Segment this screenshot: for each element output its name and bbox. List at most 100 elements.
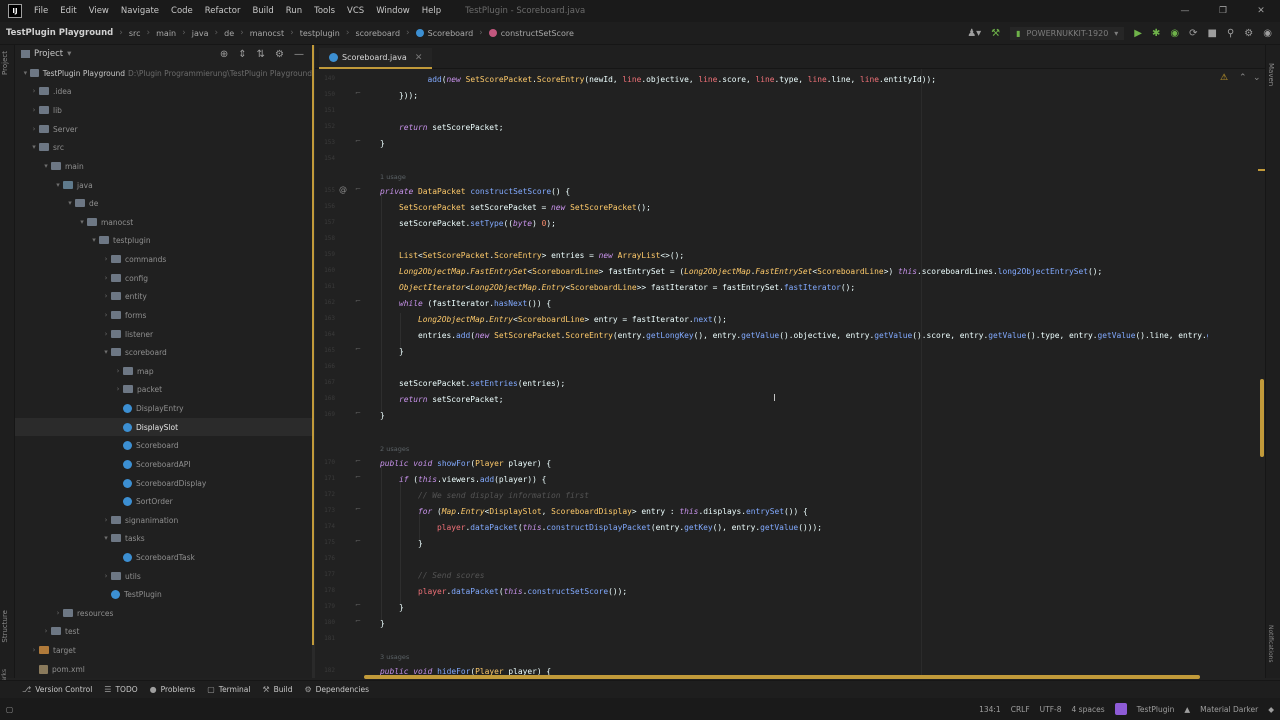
file-encoding[interactable]: UTF-8 (1040, 705, 1062, 714)
tree-item[interactable]: › listener (15, 325, 312, 343)
tree-item[interactable]: › lib (15, 101, 312, 119)
coverage-icon[interactable]: ◉ (1170, 28, 1179, 39)
horizontal-scrollbar[interactable] (364, 675, 1200, 679)
fold-icon[interactable]: ⌐ (355, 89, 361, 97)
expand-icon[interactable]: ⇕ (238, 49, 246, 60)
tree-item[interactable]: SortOrder (15, 492, 312, 510)
fold-icon[interactable]: ⌐ (355, 457, 361, 465)
fold-icon[interactable]: ⌐ (355, 345, 361, 353)
breadcrumb-project[interactable]: TestPlugin Playground (6, 28, 113, 38)
code-line[interactable]: public void showFor(Player player) { (380, 457, 551, 471)
code-line[interactable]: player.dataPacket(this.constructDisplayP… (380, 521, 822, 535)
fold-icon[interactable]: ⌐ (355, 505, 361, 513)
code-line[interactable]: while (fastIterator.hasNext()) { (380, 297, 551, 311)
fold-icon[interactable]: ⌐ (355, 185, 361, 193)
tree-item[interactable]: › entity (15, 287, 312, 305)
code-line[interactable]: if (this.viewers.add(player)) { (380, 473, 546, 487)
build-hammer-icon[interactable]: ⚒ (991, 28, 1000, 39)
code-line[interactable]: private DataPacket constructSetScore() { (380, 185, 570, 199)
notifications-tool-button[interactable]: Notifications (1267, 625, 1274, 663)
menu-run[interactable]: Run (280, 6, 308, 16)
code-line[interactable]: return setScorePacket; (380, 393, 504, 407)
code-line[interactable]: } (380, 345, 404, 359)
code-line[interactable]: ObjectIterator<Long2ObjectMap.Entry<Scor… (380, 281, 855, 295)
fold-icon[interactable]: ⌐ (355, 297, 361, 305)
code-line[interactable]: setScorePacket.setEntries(entries); (380, 377, 565, 391)
tree-item[interactable]: › test (15, 622, 312, 640)
minimize-icon[interactable]: — (1166, 6, 1204, 16)
usage-hint[interactable]: 3 usages (380, 653, 409, 661)
terminal-button[interactable]: ▢ Terminal (207, 685, 250, 694)
indent-setting[interactable]: 4 spaces (1072, 705, 1105, 714)
tree-item-selected[interactable]: DisplaySlot (15, 418, 312, 436)
gear-icon[interactable]: ⚙ (1244, 28, 1253, 39)
tree-item[interactable]: › commands (15, 250, 312, 268)
problems-button[interactable]: ● Problems (150, 685, 196, 694)
project-panel-title[interactable]: Project (34, 49, 63, 59)
chevron-down-icon[interactable]: ▾ (67, 49, 71, 59)
version-control-button[interactable]: ⎇ Version Control (22, 685, 92, 694)
close-icon[interactable]: ✕ (415, 53, 423, 63)
tree-item[interactable]: › signanimation (15, 511, 312, 529)
chevron-up-icon[interactable]: ⌃ (1239, 73, 1247, 83)
code-line[interactable]: } (380, 601, 404, 615)
build-button[interactable]: ⚒ Build (262, 685, 292, 694)
fold-icon[interactable]: ⌐ (355, 601, 361, 609)
menu-navigate[interactable]: Navigate (115, 6, 165, 16)
stop-icon[interactable]: ■ (1208, 28, 1217, 39)
tree-item[interactable]: › Server (15, 120, 312, 138)
jetbrains-icon[interactable]: ◉ (1263, 28, 1272, 39)
code-line[interactable]: })); (380, 89, 418, 103)
code-line[interactable]: // Send scores (380, 569, 485, 583)
tree-item[interactable]: DisplayEntry (15, 399, 312, 417)
code-line[interactable]: } (380, 617, 385, 631)
warning-icon[interactable]: ⚠ (1220, 73, 1228, 83)
tree-item[interactable]: › .idea (15, 82, 312, 100)
tree-item[interactable]: ▾ scoreboard (15, 343, 312, 361)
menu-tools[interactable]: Tools (308, 6, 341, 16)
menu-help[interactable]: Help (416, 6, 447, 16)
tree-item[interactable]: ScoreboardTask (15, 548, 312, 566)
code-editor[interactable]: 149 150 151 152 153 154 155 156 157 158 … (315, 69, 1265, 678)
maven-tool-button[interactable]: Maven (1267, 63, 1275, 86)
override-marker-icon[interactable]: @ (339, 185, 347, 194)
tree-item[interactable]: pom.xml (15, 660, 312, 678)
fold-icon[interactable]: ⌐ (355, 617, 361, 625)
fold-icon[interactable]: ⌐ (355, 137, 361, 145)
code-line[interactable]: SetScorePacket setScorePacket = new SetS… (380, 201, 651, 215)
line-separator[interactable]: CRLF (1011, 705, 1030, 714)
tree-item[interactable]: › forms (15, 306, 312, 324)
breadcrumb-java[interactable]: java (192, 29, 209, 38)
tree-item[interactable]: ScoreboardDisplay (15, 474, 312, 492)
tree-item[interactable]: ScoreboardAPI (15, 455, 312, 473)
run-config-select[interactable]: ▮ POWERNUKKIT-1920 ▾ (1010, 26, 1125, 40)
search-icon[interactable]: ⚲ (1227, 28, 1234, 39)
tab-scoreboard-java[interactable]: Scoreboard.java ✕ (319, 48, 433, 69)
menu-file[interactable]: File (28, 6, 54, 16)
breadcrumb-manocst[interactable]: manocst (250, 29, 284, 38)
tree-item[interactable]: › packet (15, 380, 312, 398)
code-line[interactable]: Long2ObjectMap.FastEntrySet<ScoreboardLi… (380, 265, 1102, 279)
chevron-down-icon[interactable]: ▾ (21, 69, 30, 77)
status-layout-icon[interactable]: ▢ (6, 705, 13, 714)
menu-code[interactable]: Code (165, 6, 199, 16)
project-scrollbar[interactable] (312, 45, 314, 645)
code-line[interactable]: entries.add(new SetScorePacket.ScoreEntr… (380, 329, 1265, 343)
tree-item[interactable]: ▾ manocst (15, 213, 312, 231)
menu-build[interactable]: Build (246, 6, 279, 16)
debug-icon[interactable]: ✱ (1152, 28, 1160, 39)
breadcrumb-src[interactable]: src (129, 29, 141, 38)
menu-window[interactable]: Window (370, 6, 416, 16)
gear-icon[interactable]: ⚙ (275, 49, 284, 60)
tree-item[interactable]: ▾ main (15, 157, 312, 175)
code-line[interactable]: player.dataPacket(this.constructSetScore… (380, 585, 627, 599)
theme-name[interactable]: Material Darker (1200, 705, 1258, 714)
code-line[interactable]: } (380, 409, 385, 423)
code-line[interactable]: } (380, 537, 423, 551)
code-line[interactable]: return setScorePacket; (380, 121, 504, 135)
hide-icon[interactable]: — (294, 49, 304, 60)
menu-vcs[interactable]: VCS (341, 6, 370, 16)
fold-icon[interactable]: ⌐ (355, 473, 361, 481)
code-line[interactable]: Long2ObjectMap.Entry<ScoreboardLine> ent… (380, 313, 727, 327)
breadcrumb-main[interactable]: main (156, 29, 176, 38)
